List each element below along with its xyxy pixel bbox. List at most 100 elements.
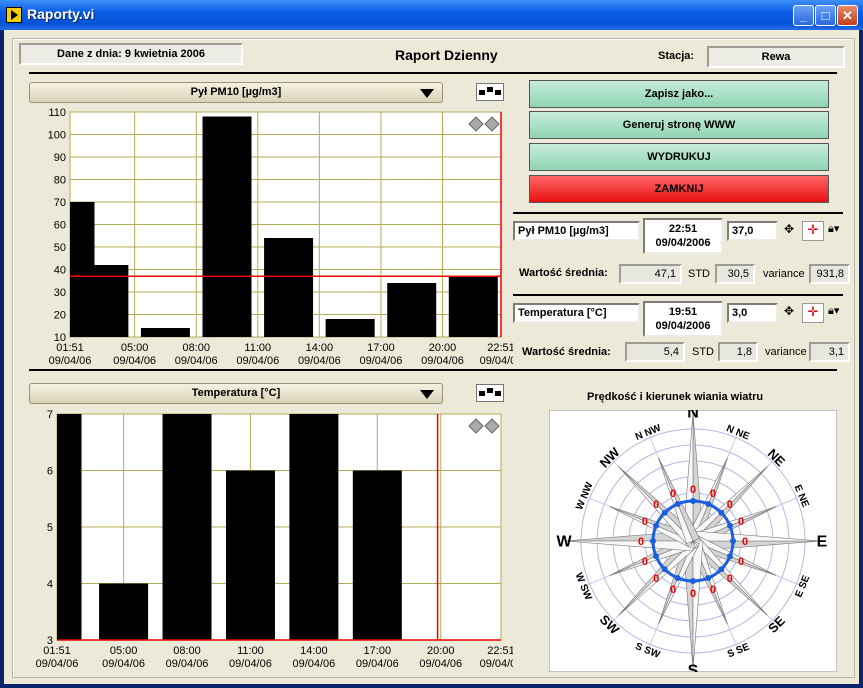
x-tick-date: 09/04/06 — [292, 658, 335, 670]
title-bar[interactable]: Raporty.vi _ □ ✕ — [0, 0, 863, 30]
y-tick-label: 4 — [47, 579, 53, 591]
wind-speed-label: 0 — [738, 516, 744, 528]
temp-cursor-value[interactable]: 3,0 — [727, 303, 778, 323]
pm10-mean-value: 47,1 — [619, 264, 682, 284]
maximize-button[interactable]: □ — [815, 5, 836, 26]
cursor-style-icon[interactable]: ✛ — [802, 221, 824, 241]
compass-direction-label: W — [556, 534, 572, 551]
temp-cursor-time-text: 19:51 — [668, 306, 698, 318]
wind-rose-chart[interactable]: 0 000000000000000NN NENEE NEEE SESES SESS… — [549, 410, 837, 672]
wind-speed-point — [705, 574, 712, 581]
save-as-button[interactable]: Zapisz jako... — [529, 80, 829, 108]
x-tick-label: 22:51 — [487, 645, 513, 657]
y-tick-label: 110 — [48, 107, 66, 119]
x-tick-label: 22:51 — [487, 342, 513, 354]
x-tick-date: 09/04/06 — [36, 658, 79, 670]
close-window-button[interactable]: ✕ — [837, 5, 858, 26]
y-tick-label: 7 — [47, 409, 53, 421]
x-tick-date: 09/04/06 — [175, 355, 218, 367]
pm10-cursor-time-text: 22:51 — [668, 223, 698, 235]
minimize-button[interactable]: _ — [793, 5, 814, 26]
print-button[interactable]: WYDRUKUJ — [529, 143, 829, 171]
wind-speed-point — [730, 538, 736, 544]
pm10-cursor-name[interactable]: Pył PM10 [µg/m3] — [513, 221, 640, 241]
temp-std-value: 1,8 — [718, 342, 758, 362]
pm10-channel-select[interactable]: Pył PM10 [µg/m3] — [29, 82, 443, 103]
x-tick-label: 17:00 — [364, 645, 392, 657]
pm10-mean-label: Wartość średnia: — [519, 267, 608, 279]
temp-std-label: STD — [692, 346, 714, 358]
wind-speed-point — [653, 553, 660, 560]
y-tick-label: 50 — [54, 242, 66, 254]
y-tick-label: 90 — [54, 152, 66, 164]
cursor-style-icon[interactable]: ✛ — [802, 303, 824, 323]
y-tick-label: 60 — [54, 220, 66, 232]
wind-speed-point — [661, 566, 668, 573]
y-tick-label: 70 — [54, 197, 66, 209]
wind-speed-label: 0 — [653, 573, 659, 585]
wind-speed-point — [650, 538, 656, 544]
wind-speed-point — [718, 566, 725, 573]
date-label: Dane z dnia: 9 kwietnia 2006 — [19, 43, 243, 65]
x-tick-label: 11:00 — [244, 342, 271, 354]
wind-speed-label: 0 — [670, 584, 676, 596]
generate-www-button[interactable]: Generuj stronę WWW — [529, 111, 829, 139]
page-title: Raport Dzienny — [395, 47, 498, 63]
wind-speed-label: 0 — [690, 588, 696, 600]
pm10-std-value: 30,5 — [715, 264, 755, 284]
wind-speed-label: 0 — [642, 516, 648, 528]
compass-direction-label: S — [688, 663, 699, 672]
wind-speed-label: 0 — [638, 536, 644, 548]
temp-variance-value: 3,1 — [809, 342, 850, 362]
temp-cursor-name[interactable]: Temperatura [°C] — [513, 303, 640, 323]
close-button[interactable]: ZAMKNIJ — [529, 175, 829, 203]
bar — [352, 470, 402, 640]
x-tick-date: 09/04/06 — [419, 658, 462, 670]
pm10-cursor-value[interactable]: 37,0 — [727, 221, 778, 241]
bar — [162, 414, 212, 640]
temperature-bar-chart[interactable]: 3456701:5109/04/0605:0009/04/0608:0009/0… — [13, 409, 513, 677]
x-tick-label: 05:00 — [110, 645, 138, 657]
plot-legend-icon[interactable] — [476, 83, 504, 101]
pm10-bar-chart[interactable]: 10203040506070809010011001:5109/04/0605:… — [13, 107, 513, 377]
legend-pattern-icon — [479, 87, 501, 95]
wind-speed-label: 0 — [742, 536, 748, 548]
y-tick-label: 80 — [54, 175, 66, 187]
wind-speed-point — [705, 501, 712, 508]
wind-speed-label: 0 — [690, 484, 696, 496]
cursor-move-icon[interactable]: ✥ — [784, 222, 794, 236]
x-tick-date: 09/04/06 — [298, 355, 341, 367]
x-tick-date: 09/04/06 — [102, 658, 145, 670]
bar — [99, 583, 149, 640]
bar — [57, 414, 82, 640]
x-tick-label: 01:51 — [43, 645, 71, 657]
x-tick-label: 20:00 — [427, 645, 455, 657]
temp-channel-select[interactable]: Temperatura [°C] — [29, 383, 443, 404]
lock-icon[interactable]: 🔒︎▾ — [828, 222, 839, 236]
wind-speed-point — [661, 509, 668, 516]
wind-speed-point — [690, 578, 696, 584]
chevron-down-icon — [420, 89, 434, 98]
y-tick-label: 6 — [47, 466, 53, 478]
plot-legend-icon[interactable] — [476, 384, 504, 402]
bar — [225, 470, 275, 640]
bar — [448, 276, 498, 337]
x-tick-label: 11:00 — [237, 645, 264, 657]
x-tick-label: 01:51 — [56, 342, 84, 354]
wind-speed-label: 0 — [642, 556, 648, 568]
cursor-move-icon[interactable]: ✥ — [784, 304, 794, 318]
window-title: Raporty.vi — [27, 6, 95, 22]
temp-variance-label: variance — [765, 346, 807, 358]
lock-icon[interactable]: 🔒︎▾ — [828, 304, 839, 318]
x-tick-date: 09/04/06 — [480, 658, 513, 670]
x-tick-date: 09/04/06 — [49, 355, 92, 367]
station-field: Rewa — [707, 46, 845, 68]
client-area: Dane z dnia: 9 kwietnia 2006 Raport Dzie… — [4, 30, 859, 684]
bar — [202, 116, 252, 337]
wind-speed-label: 0 — [727, 499, 733, 511]
pm10-channel-label: Pył PM10 [µg/m3] — [190, 86, 282, 98]
wind-speed-point — [726, 522, 733, 529]
x-tick-label: 17:00 — [367, 342, 395, 354]
wind-speed-point — [674, 574, 681, 581]
bar — [264, 238, 314, 337]
